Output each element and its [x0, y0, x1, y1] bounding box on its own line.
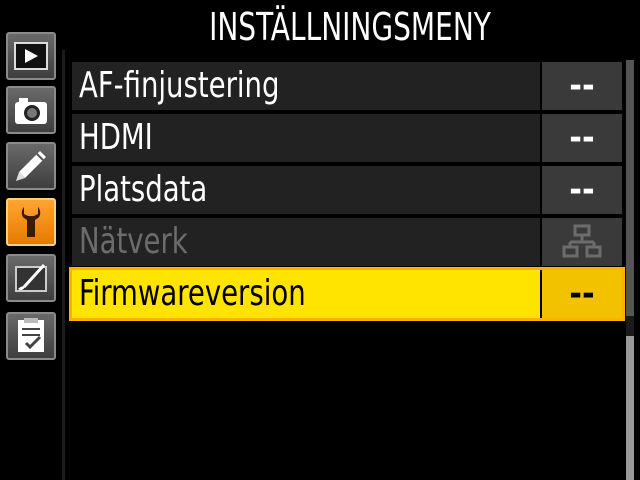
pencil-icon [16, 151, 46, 181]
menu-item-hdmi[interactable]: HDMI -- [72, 114, 622, 162]
shooting-menu-tab[interactable] [6, 86, 56, 134]
menu-item-value: -- [542, 62, 622, 110]
play-icon [14, 42, 48, 70]
menu-item-label: HDMI [72, 114, 540, 162]
menu-item-label: AF-finjustering [72, 62, 540, 110]
menu-title: INSTÄLLNINGSMENY [209, 5, 491, 49]
checklist-icon [18, 318, 44, 352]
scrollbar-thumb[interactable] [626, 336, 634, 480]
playback-menu-tab[interactable] [6, 32, 56, 80]
custom-settings-tab[interactable] [6, 142, 56, 190]
camera-icon [15, 98, 47, 124]
wrench-icon [21, 207, 41, 237]
setup-menu-tab[interactable] [6, 198, 56, 246]
retouch-brush-icon [15, 263, 47, 292]
menu-item-label: Firmwareversion [72, 270, 540, 318]
menu-tab-divider [62, 50, 65, 480]
network-icon [562, 224, 602, 258]
menu-item-network: Nätverk [72, 218, 622, 266]
my-menu-tab[interactable] [6, 312, 56, 360]
menu-item-value: -- [542, 114, 622, 162]
menu-item-value: -- [542, 270, 622, 318]
menu-item-location-data[interactable]: Platsdata -- [72, 166, 622, 214]
retouch-menu-tab[interactable] [6, 254, 56, 302]
menu-item-label: Platsdata [72, 166, 540, 214]
menu-item-af-fine-tune[interactable]: AF-finjustering -- [72, 62, 622, 110]
menu-item-value: -- [542, 166, 622, 214]
menu-item-label: Nätverk [72, 218, 540, 266]
menu-item-value [542, 218, 622, 266]
menu-item-firmware-version[interactable]: Firmwareversion -- [69, 267, 625, 321]
scrollbar-upper [626, 60, 634, 316]
